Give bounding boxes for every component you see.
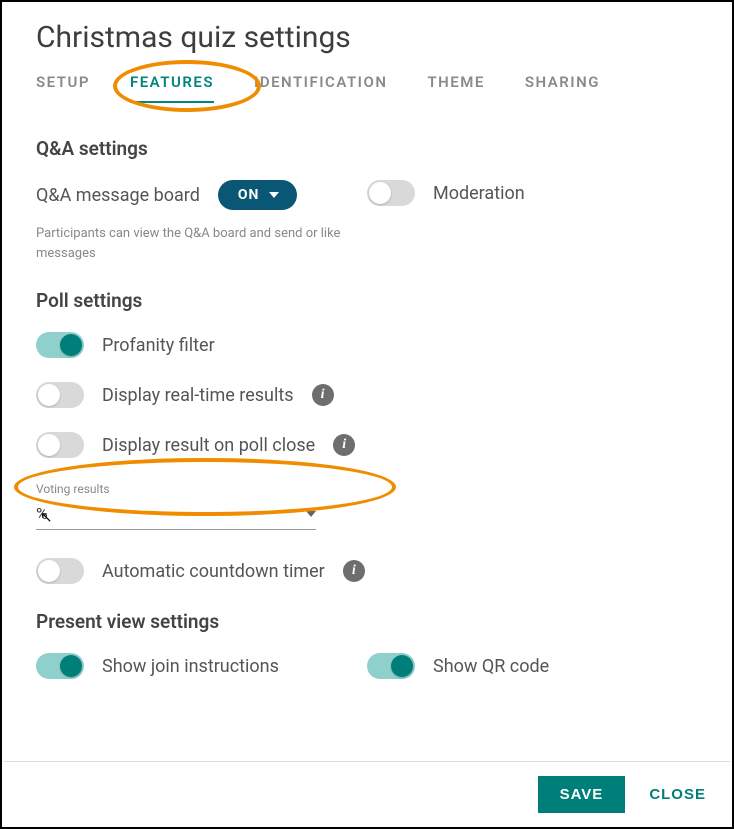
- qr-toggle[interactable]: [367, 653, 415, 679]
- onclose-label: Display result on poll close: [102, 435, 315, 456]
- present-heading: Present view settings: [36, 610, 698, 633]
- moderation-label: Moderation: [433, 183, 525, 204]
- info-icon[interactable]: i: [343, 560, 365, 582]
- qa-heading: Q&A settings: [36, 137, 698, 160]
- poll-heading: Poll settings: [36, 289, 698, 312]
- close-button[interactable]: CLOSE: [649, 786, 706, 803]
- moderation-toggle[interactable]: [367, 180, 415, 206]
- profanity-toggle[interactable]: [36, 332, 84, 358]
- auto-timer-label: Automatic countdown timer: [102, 561, 325, 582]
- info-icon[interactable]: i: [312, 384, 334, 406]
- join-toggle[interactable]: [36, 653, 84, 679]
- tab-sharing[interactable]: SHARING: [525, 73, 600, 103]
- onclose-toggle[interactable]: [36, 432, 84, 458]
- qa-board-label: Q&A message board: [36, 185, 200, 206]
- join-label: Show join instructions: [102, 656, 279, 677]
- tab-identification[interactable]: IDENTIFICATION: [254, 73, 387, 103]
- qa-helper-text: Participants can view the Q&A board and …: [36, 224, 367, 263]
- realtime-toggle[interactable]: [36, 382, 84, 408]
- page-title: Christmas quiz settings: [36, 20, 698, 55]
- caret-down-icon: [306, 511, 316, 517]
- qa-board-dropdown-value: ON: [238, 187, 260, 203]
- present-section: Present view settings Show join instruct…: [36, 610, 698, 703]
- tab-theme[interactable]: THEME: [427, 73, 484, 103]
- tab-setup[interactable]: SETUP: [36, 73, 90, 103]
- poll-section: Poll settings Profanity filter Display r…: [36, 289, 698, 584]
- qr-label: Show QR code: [433, 656, 549, 677]
- qa-section: Q&A settings Q&A message board ON Partic…: [36, 137, 698, 263]
- profanity-label: Profanity filter: [102, 335, 215, 356]
- tab-bar: SETUP FEATURES IDENTIFICATION THEME SHAR…: [36, 73, 698, 103]
- realtime-label: Display real-time results: [102, 385, 294, 406]
- info-icon[interactable]: i: [333, 434, 355, 456]
- voting-results-select[interactable]: Voting results %: [36, 482, 316, 530]
- voting-results-value: %: [36, 504, 48, 523]
- tab-features[interactable]: FEATURES: [130, 73, 214, 103]
- auto-timer-toggle[interactable]: [36, 558, 84, 584]
- save-button[interactable]: SAVE: [538, 776, 626, 813]
- qa-board-dropdown[interactable]: ON: [218, 180, 298, 210]
- footer: SAVE CLOSE: [4, 761, 730, 827]
- caret-down-icon: [269, 192, 279, 198]
- voting-results-label: Voting results: [36, 482, 316, 496]
